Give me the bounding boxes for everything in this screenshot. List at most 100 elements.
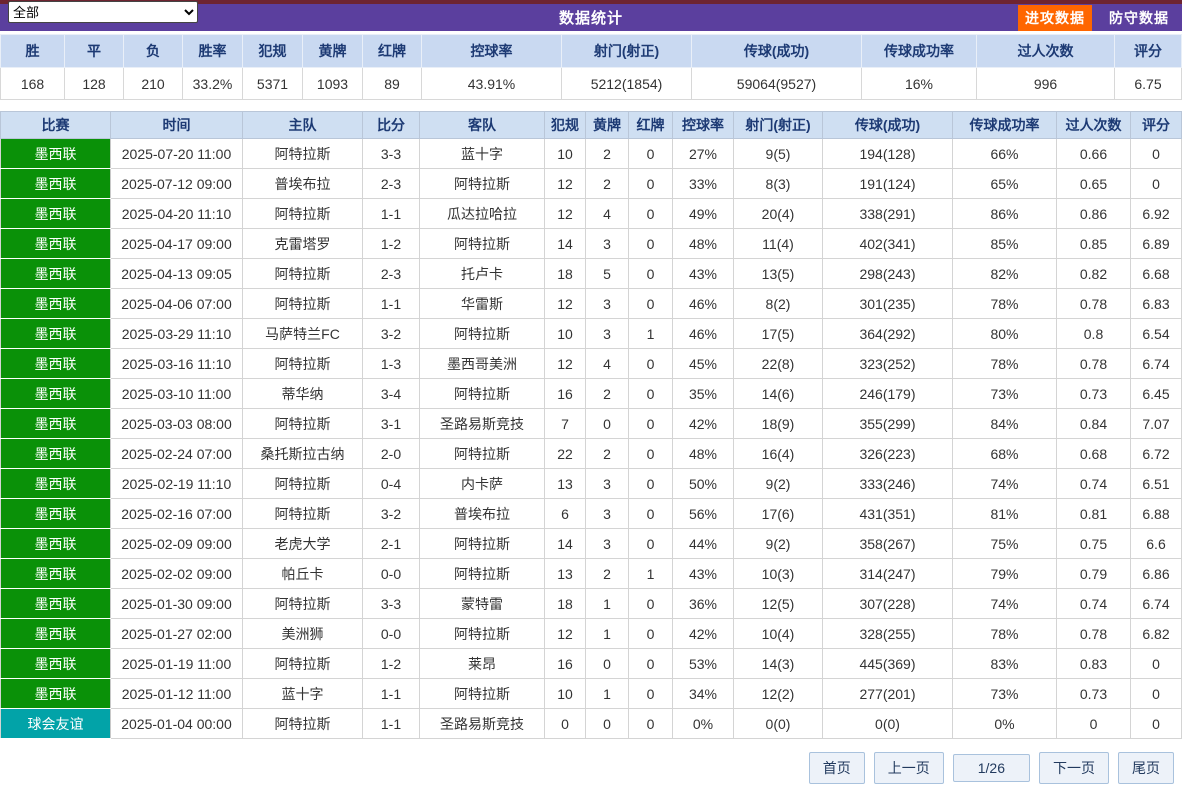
away-team[interactable]: 普埃布拉: [420, 499, 545, 529]
away-team[interactable]: 阿特拉斯: [420, 559, 545, 589]
away-team[interactable]: 阿特拉斯: [420, 619, 545, 649]
away-team[interactable]: 阿特拉斯: [420, 319, 545, 349]
away-team[interactable]: 阿特拉斯: [420, 229, 545, 259]
home-team[interactable]: 阿特拉斯: [243, 139, 363, 169]
league-badge[interactable]: 墨西联: [1, 289, 111, 319]
away-team[interactable]: 蒙特雷: [420, 589, 545, 619]
home-team[interactable]: 普埃布拉: [243, 169, 363, 199]
league-badge[interactable]: 墨西联: [1, 439, 111, 469]
stat-passes: 0(0): [823, 709, 953, 739]
stat-shots: 17(6): [734, 499, 823, 529]
away-team[interactable]: 阿特拉斯: [420, 169, 545, 199]
league-badge[interactable]: 墨西联: [1, 259, 111, 289]
away-team[interactable]: 阿特拉斯: [420, 379, 545, 409]
summary-column-header: 胜率: [183, 35, 243, 68]
matches-column-header: 黄牌: [586, 112, 629, 139]
matches-column-header: 比赛: [1, 112, 111, 139]
home-team[interactable]: 蒂华纳: [243, 379, 363, 409]
league-badge[interactable]: 墨西联: [1, 619, 111, 649]
home-team[interactable]: 阿特拉斯: [243, 199, 363, 229]
match-row: 墨西联2025-04-13 09:05阿特拉斯2-3托卢卡185043%13(5…: [1, 259, 1182, 289]
home-team[interactable]: 蓝十字: [243, 679, 363, 709]
league-badge[interactable]: 墨西联: [1, 499, 111, 529]
home-team[interactable]: 阿特拉斯: [243, 499, 363, 529]
away-team[interactable]: 圣路易斯竞技: [420, 709, 545, 739]
home-team[interactable]: 老虎大学: [243, 529, 363, 559]
league-badge[interactable]: 墨西联: [1, 139, 111, 169]
match-score: 1-1: [363, 289, 420, 319]
match-row: 墨西联2025-04-17 09:00克雷塔罗1-2阿特拉斯143048%11(…: [1, 229, 1182, 259]
home-team[interactable]: 阿特拉斯: [243, 409, 363, 439]
away-team[interactable]: 阿特拉斯: [420, 439, 545, 469]
league-badge[interactable]: 墨西联: [1, 529, 111, 559]
stat-red-cards: 0: [629, 259, 673, 289]
match-row: 墨西联2025-04-20 11:10阿特拉斯1-1瓜达拉哈拉124049%20…: [1, 199, 1182, 229]
summary-value: 43.91%: [422, 68, 562, 100]
attack-data-tab[interactable]: 进攻数据: [1018, 5, 1092, 31]
page-indicator[interactable]: 1/26: [953, 754, 1030, 782]
match-row: 墨西联2025-01-19 11:00阿特拉斯1-2莱昂160053%14(3)…: [1, 649, 1182, 679]
summary-value: 16%: [862, 68, 977, 100]
home-team[interactable]: 克雷塔罗: [243, 229, 363, 259]
league-badge[interactable]: 墨西联: [1, 319, 111, 349]
stat-passes: 194(128): [823, 139, 953, 169]
home-team[interactable]: 阿特拉斯: [243, 289, 363, 319]
stat-red-cards: 0: [629, 679, 673, 709]
away-team[interactable]: 阿特拉斯: [420, 679, 545, 709]
away-team[interactable]: 墨西哥美洲: [420, 349, 545, 379]
prev-page-button[interactable]: 上一页: [874, 752, 944, 784]
stat-passes: 298(243): [823, 259, 953, 289]
away-team[interactable]: 蓝十字: [420, 139, 545, 169]
home-team[interactable]: 阿特拉斯: [243, 589, 363, 619]
away-team[interactable]: 莱昂: [420, 649, 545, 679]
summary-value: 6.75: [1115, 68, 1182, 100]
league-badge[interactable]: 墨西联: [1, 199, 111, 229]
home-team[interactable]: 桑托斯拉古纳: [243, 439, 363, 469]
home-team[interactable]: 阿特拉斯: [243, 649, 363, 679]
home-team[interactable]: 帕丘卡: [243, 559, 363, 589]
home-team[interactable]: 美洲狮: [243, 619, 363, 649]
stat-yellow-cards: 2: [586, 559, 629, 589]
first-page-button[interactable]: 首页: [809, 752, 865, 784]
last-page-button[interactable]: 尾页: [1118, 752, 1174, 784]
stat-shots: 8(2): [734, 289, 823, 319]
league-badge[interactable]: 墨西联: [1, 559, 111, 589]
away-team[interactable]: 圣路易斯竞技: [420, 409, 545, 439]
league-badge[interactable]: 墨西联: [1, 379, 111, 409]
league-badge[interactable]: 墨西联: [1, 589, 111, 619]
league-badge[interactable]: 球会友谊: [1, 709, 111, 739]
home-team[interactable]: 阿特拉斯: [243, 709, 363, 739]
home-team[interactable]: 阿特拉斯: [243, 259, 363, 289]
defense-data-tab[interactable]: 防守数据: [1102, 5, 1176, 31]
match-score: 2-0: [363, 439, 420, 469]
stat-passes: 328(255): [823, 619, 953, 649]
stat-yellow-cards: 2: [586, 379, 629, 409]
stat-fouls: 18: [545, 589, 586, 619]
home-team[interactable]: 阿特拉斯: [243, 349, 363, 379]
away-team[interactable]: 阿特拉斯: [420, 529, 545, 559]
league-badge[interactable]: 墨西联: [1, 649, 111, 679]
league-badge[interactable]: 墨西联: [1, 169, 111, 199]
away-team[interactable]: 华雷斯: [420, 289, 545, 319]
league-badge[interactable]: 墨西联: [1, 409, 111, 439]
stat-fouls: 16: [545, 649, 586, 679]
match-score: 0-0: [363, 559, 420, 589]
stat-possession: 43%: [673, 259, 734, 289]
away-team[interactable]: 瓜达拉哈拉: [420, 199, 545, 229]
league-badge[interactable]: 墨西联: [1, 349, 111, 379]
stat-red-cards: 0: [629, 229, 673, 259]
away-team[interactable]: 托卢卡: [420, 259, 545, 289]
home-team[interactable]: 阿特拉斯: [243, 469, 363, 499]
stat-dribbles: 0.65: [1057, 169, 1131, 199]
league-badge[interactable]: 墨西联: [1, 469, 111, 499]
stat-rating: 6.74: [1131, 349, 1182, 379]
match-time: 2025-02-02 09:00: [111, 559, 243, 589]
league-badge[interactable]: 墨西联: [1, 229, 111, 259]
stat-dribbles: 0: [1057, 709, 1131, 739]
stat-dribbles: 0.84: [1057, 409, 1131, 439]
away-team[interactable]: 内卡萨: [420, 469, 545, 499]
next-page-button[interactable]: 下一页: [1039, 752, 1109, 784]
stat-yellow-cards: 5: [586, 259, 629, 289]
home-team[interactable]: 马萨特兰FC: [243, 319, 363, 349]
league-badge[interactable]: 墨西联: [1, 679, 111, 709]
